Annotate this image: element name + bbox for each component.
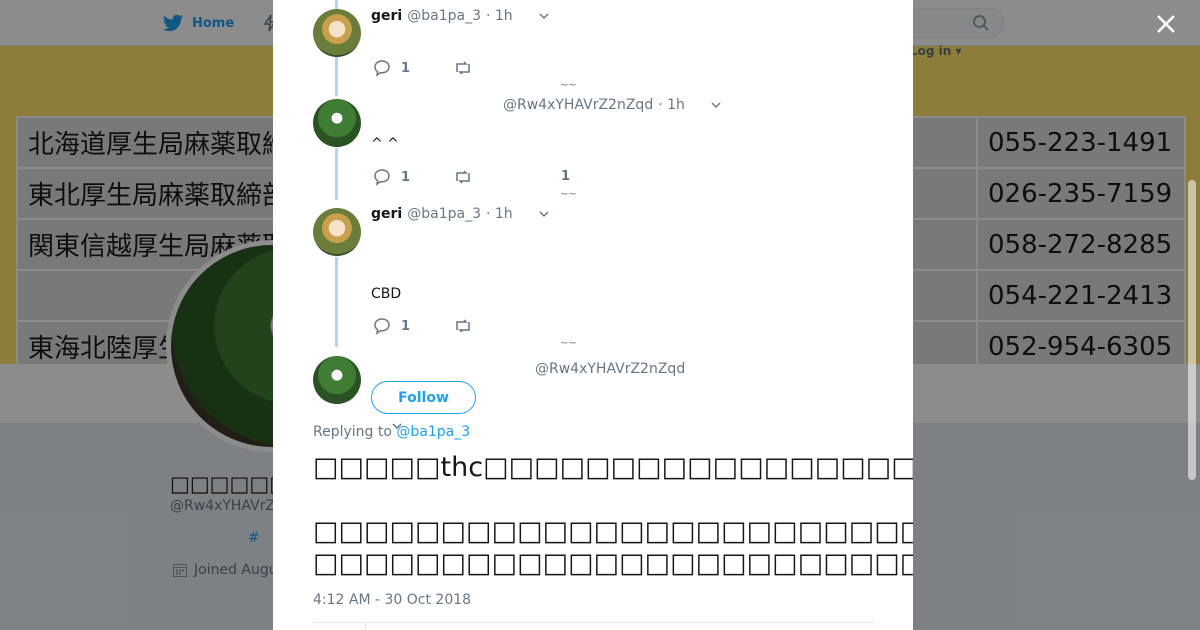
tweet-main-text-line: □□□□□□□□□□□□□□□□□□□□□□□□□□□□□□□□□□□□www: [313, 548, 913, 579]
more-indicator: ~~: [560, 338, 577, 349]
divider: [365, 622, 366, 630]
reply-action[interactable]: 1: [373, 59, 410, 77]
tweet-author-handle[interactable]: @ba1pa_3: [407, 8, 481, 24]
chevron-down-icon[interactable]: [538, 208, 550, 220]
tweet-timestamp[interactable]: · 1h: [486, 206, 513, 222]
avatar[interactable]: [313, 356, 361, 404]
avatar[interactable]: [313, 99, 361, 147]
close-icon[interactable]: [1154, 12, 1178, 36]
tweet-header: geri @ba1pa_3 · 1h: [371, 8, 550, 24]
reply-count: 1: [401, 60, 411, 76]
reply-count: 1: [401, 318, 411, 334]
retweet-icon[interactable]: [453, 318, 473, 334]
retweet-icon[interactable]: [453, 60, 473, 76]
reply-icon: [374, 318, 390, 335]
chevron-down-icon[interactable]: [710, 99, 722, 111]
thread-connector: [335, 148, 338, 200]
chevron-down-icon[interactable]: [538, 10, 550, 22]
tweet-full-timestamp[interactable]: 4:12 AM - 30 Oct 2018: [313, 592, 471, 608]
tweet-main-text-line: □□□□□thc□□□□□□□□□□□□□□□□□□□□□□□□□□: [313, 452, 913, 483]
tweet-main-text-line: □□□□□□□□□□□□□□□□□□□□□□□□: [313, 516, 913, 547]
tweet-text: CBD: [371, 286, 402, 302]
replying-to: Replying to @ba1pa_3: [313, 424, 470, 440]
tweet-timestamp[interactable]: · 1h: [486, 8, 513, 24]
tweet-text: ^ ^: [371, 136, 399, 152]
tweet-timestamp[interactable]: · 1h: [658, 97, 685, 113]
divider: [313, 622, 874, 623]
replying-prefix: Replying to: [313, 424, 397, 440]
tweet-author-name[interactable]: geri: [371, 8, 402, 24]
more-indicator: ~~: [560, 189, 577, 200]
like-count[interactable]: 1: [561, 169, 570, 184]
scrollbar[interactable]: [1188, 180, 1196, 480]
follow-button[interactable]: Follow: [371, 381, 476, 414]
more-indicator: ~~: [560, 80, 577, 91]
avatar[interactable]: [313, 9, 361, 57]
reply-count: 1: [401, 169, 411, 185]
tweet-author-name[interactable]: geri: [371, 206, 402, 222]
tweet-header: @Rw4xYHAVrZ2nZqd · 1h: [498, 97, 722, 113]
replying-to-link[interactable]: @ba1pa_3: [396, 424, 470, 440]
reply-action[interactable]: 1: [373, 317, 410, 335]
thread-connector: [335, 257, 338, 347]
tweet-author-handle[interactable]: @ba1pa_3: [407, 206, 481, 222]
tweet-author-handle[interactable]: @Rw4xYHAVrZ2nZqd: [503, 97, 653, 113]
reply-icon: [374, 60, 390, 77]
tweet-header: geri @ba1pa_3 · 1h: [371, 206, 550, 222]
retweet-icon[interactable]: [453, 169, 473, 185]
avatar[interactable]: [313, 208, 361, 256]
reply-icon: [374, 169, 390, 186]
reply-action[interactable]: 1: [373, 168, 410, 186]
tweet-author-handle[interactable]: @Rw4xYHAVrZ2nZqd: [535, 361, 685, 377]
tweet-permalink-modal: geri @ba1pa_3 · 1h 1 ~~ @Rw4xYHAVrZ2nZqd…: [273, 0, 913, 630]
